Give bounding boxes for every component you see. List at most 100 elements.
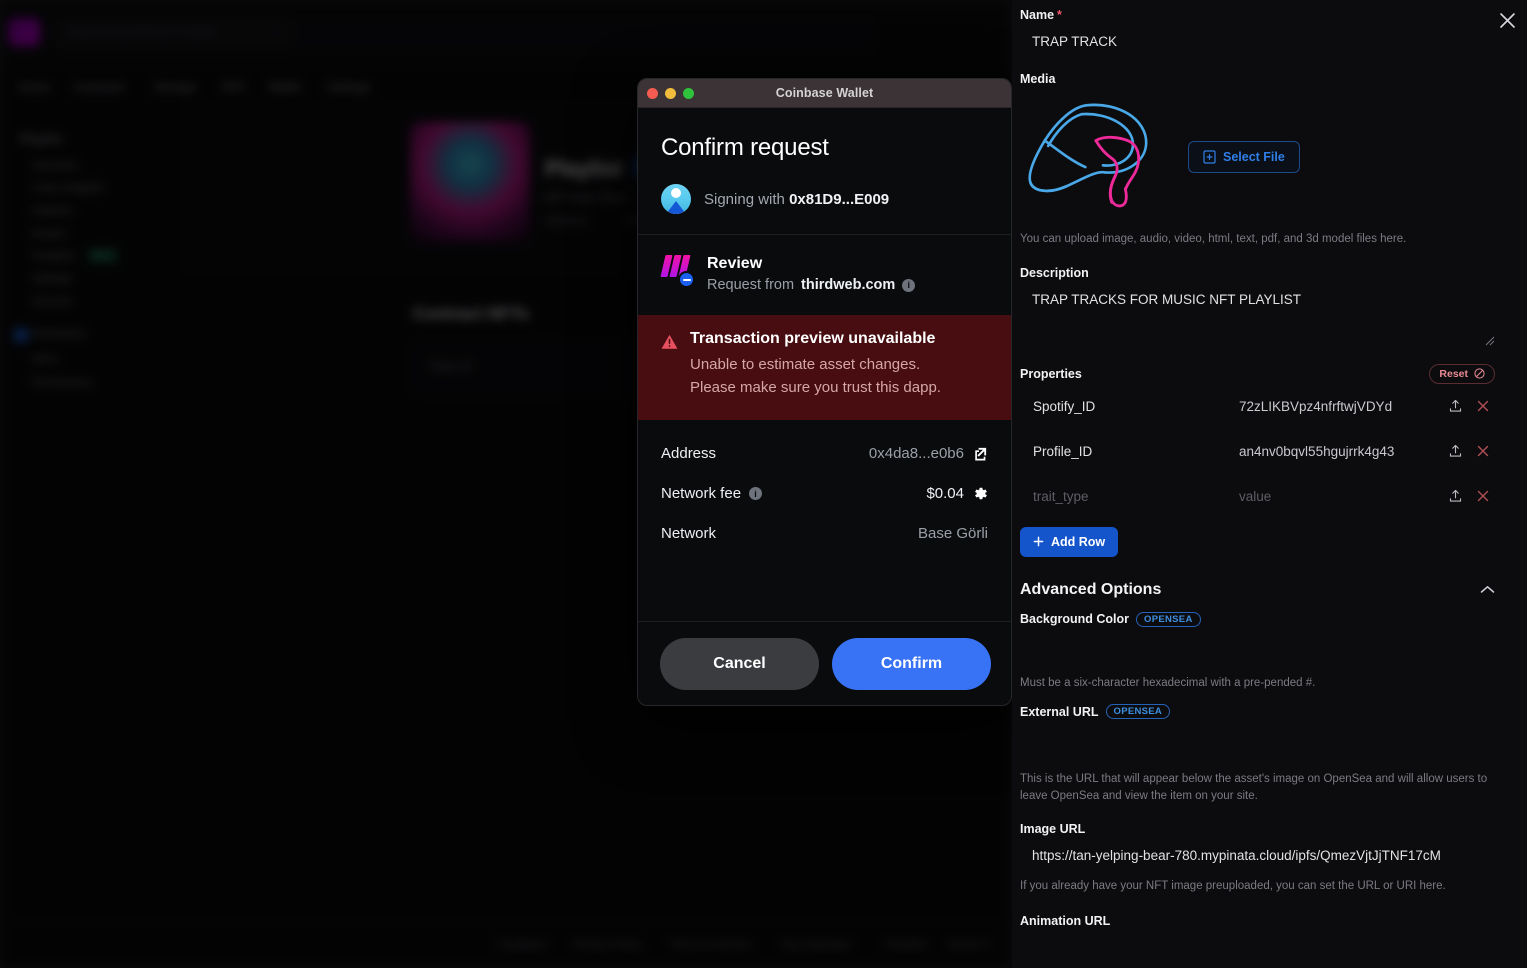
background-color-help: Must be a six-character hexadecimal with… (1020, 676, 1316, 689)
thirdweb-logo-background (8, 18, 40, 46)
external-url-label-row: External URL OPENSEA (1020, 704, 1495, 720)
analytics-beta-badge-label: BETA (92, 251, 114, 260)
footer-link-version: Version 3 (946, 939, 992, 951)
sidebar-item-sources: Sources (32, 296, 73, 308)
background-footer: Feedback Privacy Policy Terms of Service… (0, 920, 1012, 968)
property-key-1[interactable]: Profile_ID (1020, 444, 1235, 459)
advanced-options-header[interactable]: Advanced Options (1020, 581, 1495, 599)
upload-icon[interactable] (1443, 399, 1467, 413)
property-row: Profile_ID an4nv0bqvl55hgujrrk4g43 (1020, 429, 1495, 474)
footer-link-chainlist: Chainlist (884, 939, 927, 951)
confirm-request-heading: Confirm request (661, 134, 829, 161)
wallet-window-title: Coinbase Wallet (775, 86, 874, 100)
warning-triangle-icon (661, 334, 678, 349)
close-icon[interactable] (1495, 8, 1519, 32)
review-row: Review Request from thirdweb.com i (638, 235, 1011, 315)
info-icon[interactable]: i (902, 278, 916, 292)
name-input[interactable] (1020, 28, 1495, 55)
minimize-button[interactable] (665, 88, 676, 99)
review-subtitle: Request from thirdweb.com i (707, 277, 916, 293)
upload-icon[interactable] (1443, 489, 1467, 503)
request-domain: thirdweb.com (801, 277, 896, 293)
image-url-help: If you already have your NFT image preup… (1020, 879, 1446, 892)
sidebar-item-code-snippets: Code Snippets (32, 182, 105, 194)
detail-value-network-fee: $0.04 (926, 485, 964, 502)
window-traffic-lights (647, 79, 694, 108)
sidebar-item-events: Events (32, 228, 66, 240)
extensions-icon (14, 328, 28, 342)
sidebar-item-permissions: Permissions (32, 377, 92, 389)
sidebar-item-overview: Overview (32, 160, 78, 172)
property-key-2-placeholder[interactable]: trait_type (1020, 489, 1235, 504)
add-row-label: Add Row (1051, 534, 1106, 549)
background-color-input[interactable] (1020, 626, 1495, 661)
remove-icon[interactable] (1471, 400, 1495, 412)
background-sidebar-title: Playlist (20, 132, 63, 146)
description-label: Description (1020, 265, 1089, 280)
sidebar-item-extensions: Extensions (32, 328, 86, 340)
external-url-input[interactable] (1020, 719, 1495, 754)
detail-label-address: Address (661, 445, 717, 462)
external-link-icon[interactable] (973, 446, 988, 461)
footer-link-gas-estimator: Gas Estimator (781, 939, 851, 951)
wallet-body: Confirm request Signing with 0x81D9...E0… (638, 108, 1011, 554)
confirm-button[interactable]: Confirm (832, 637, 991, 690)
coinbase-wallet-modal: Coinbase Wallet Confirm request Signing … (637, 78, 1012, 706)
thirdweb-logo-icon (660, 255, 695, 288)
detail-value-address: 0x4da8...e0b6 (868, 445, 964, 462)
property-value-1[interactable]: an4nv0bqvl55hgujrrk4g43 (1239, 444, 1439, 459)
file-add-icon (1203, 149, 1216, 164)
animation-url-label: Animation URL (1020, 914, 1111, 929)
gear-icon[interactable] (973, 486, 988, 501)
wallet-action-bar: Cancel Confirm (638, 621, 1011, 705)
properties-header: Properties Reset (1020, 363, 1495, 384)
background-nav-item-1: Contracts (73, 80, 125, 94)
signing-with-row: Signing with 0x81D9...E009 (638, 184, 1011, 235)
name-label-text: Name (1020, 8, 1055, 22)
add-row-button[interactable]: Add Row (1020, 526, 1119, 557)
opensea-badge: OPENSEA (1136, 611, 1201, 627)
maximize-button[interactable] (683, 88, 694, 99)
signing-with-prefix: Signing with (704, 190, 790, 208)
sidebar-item-nfts: NFTs (32, 354, 58, 366)
search-icon: ○ (272, 26, 279, 38)
signing-address: 0x81D9...E009 (789, 190, 890, 208)
select-file-button[interactable]: Select File (1188, 140, 1300, 173)
wallet-titlebar: Coinbase Wallet (638, 79, 1011, 108)
background-search-input: Search for contracts or wallets ○ (55, 18, 290, 48)
close-button[interactable] (647, 88, 658, 99)
reset-button-label: Reset (1439, 367, 1468, 380)
opensea-badge: OPENSEA (1105, 704, 1171, 720)
remove-icon[interactable] (1471, 445, 1495, 457)
detail-row-address: Address 0x4da8...e0b6 (661, 434, 988, 474)
playlist-title: Playlist (545, 156, 623, 181)
analytics-beta-badge: BETA (88, 249, 118, 263)
property-value-0[interactable]: 72zLIKBVpz4nfrftwjVDYd (1239, 399, 1439, 414)
detail-row-network-fee: Network fee i $0.04 (661, 474, 988, 514)
property-row: trait_type value (1020, 474, 1495, 519)
property-value-2-placeholder[interactable]: value (1239, 489, 1439, 504)
footer-link-feedback: Feedback (498, 939, 547, 951)
nft-table-col-token-id: Token ID (429, 361, 473, 373)
detail-row-network: Network Base Görli (661, 514, 988, 554)
network-fee-info-icon[interactable]: i (749, 487, 763, 500)
remove-icon[interactable] (1471, 490, 1495, 502)
nft-metadata-panel: Name* Media (1012, 0, 1527, 968)
sidebar-item-settings: Settings (32, 273, 72, 285)
background-search-placeholder: Search for contracts or wallets (68, 26, 216, 38)
background-nav-item-0: Home (18, 80, 51, 94)
advanced-options-title: Advanced Options (1020, 580, 1162, 598)
detail-label-network-fee: Network fee (661, 485, 742, 502)
property-key-0[interactable]: Spotify_ID (1020, 399, 1235, 414)
background-sidebar: Playlist Overview Code Snippets Explorer… (0, 120, 185, 968)
detail-value-address-group: 0x4da8...e0b6 (869, 445, 988, 462)
cancel-button[interactable]: Cancel (660, 637, 819, 690)
request-from-prefix: Request from (707, 277, 795, 293)
footer-link-terms-of-service: Terms of Service (670, 939, 752, 951)
image-url-input[interactable] (1020, 841, 1495, 869)
upload-icon[interactable] (1443, 444, 1467, 458)
spilled-cup-illustration (1028, 103, 1148, 208)
resize-grip-icon[interactable] (1485, 336, 1495, 346)
description-input[interactable] (1020, 285, 1495, 313)
reset-properties-button[interactable]: Reset (1429, 363, 1495, 384)
